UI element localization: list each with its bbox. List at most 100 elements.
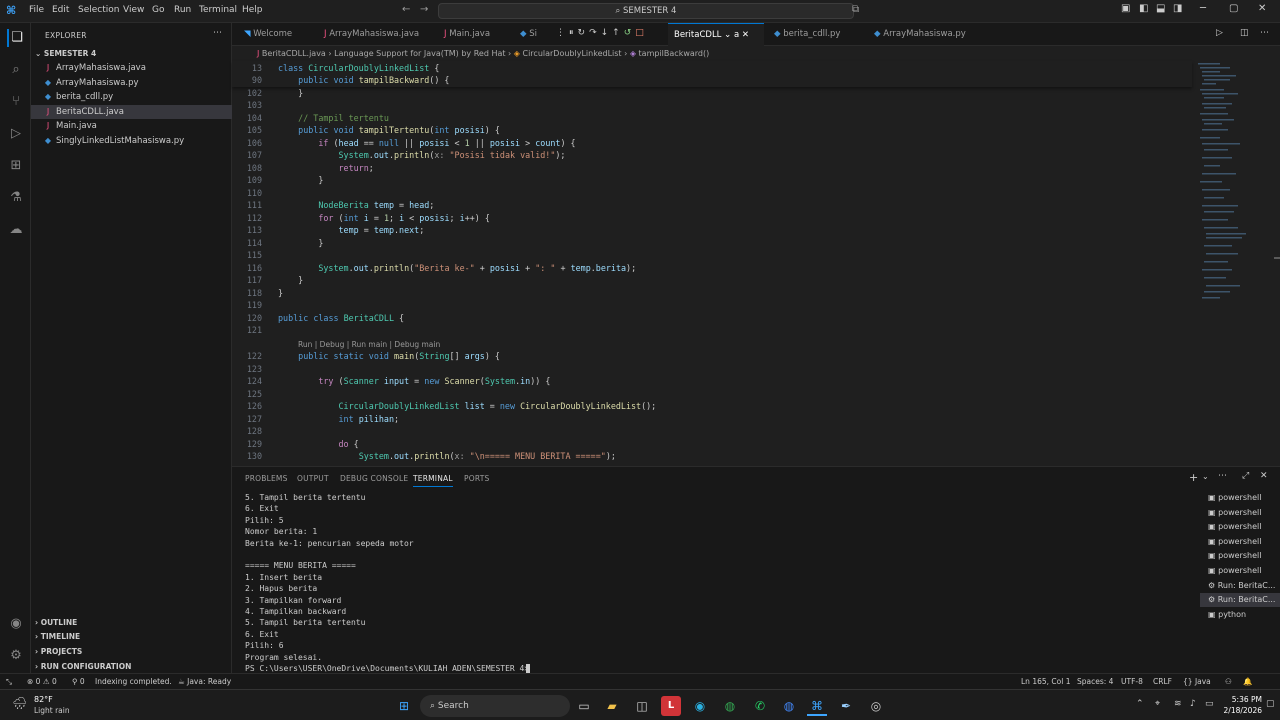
notifications-icon[interactable]: 🔔 [1243,674,1252,689]
step-over-icon[interactable]: ↷ [589,28,601,38]
tab-main-java[interactable]: J Main.java [438,23,498,46]
tab-terminal[interactable]: TERMINAL [413,474,453,487]
file-item[interactable]: J ArrayMahasiswa.java [31,61,232,75]
menu-view[interactable]: View [123,5,144,15]
taskbar-search[interactable]: ⌕ Search [420,695,570,717]
vscode-taskbar-icon[interactable]: ⌘ [807,696,827,716]
tab-beritacdll-java[interactable]: BeritaCDLL ⌄ a ✕ [668,23,764,46]
new-terminal-icon[interactable]: + [1189,471,1198,484]
minimap[interactable] [1192,61,1280,465]
more-actions-icon[interactable]: ⋯ [1218,471,1227,481]
file-item[interactable]: ◆ berita_cdll.py [31,90,232,104]
split-editor-icon[interactable]: ◫ [1240,28,1249,38]
breadcrumb-file[interactable]: BeritaCDLL.java [262,49,326,58]
store-icon[interactable]: ◫ [632,696,652,716]
layout-icon[interactable]: ▣ [1121,3,1130,14]
terminal-instance[interactable]: ▣ powershell [1200,506,1280,520]
breadcrumb-method[interactable]: tampilBackward() [639,49,710,58]
menu-help[interactable]: Help [242,5,263,15]
section-projects[interactable]: › PROJECTS [31,645,232,659]
problems-status[interactable]: ⊗ 0 ⚠ 0 [27,674,57,689]
folder-semester-4[interactable]: ⌄ SEMESTER 4 [31,47,232,61]
terminal-instance[interactable]: ▣ powershell [1200,535,1280,549]
stop-icon[interactable]: □ [635,28,648,38]
restart-icon[interactable]: ↻ [578,28,590,38]
chevron-down-icon[interactable]: ⌄ [1202,472,1209,481]
location-icon[interactable]: ⌖ [1155,699,1160,709]
clock-time[interactable]: 5:36 PM [1226,695,1262,704]
step-out-icon[interactable]: ↑ [612,28,624,38]
weather-icon[interactable]: 🌧 [12,696,27,710]
menu-file[interactable]: File [29,5,44,15]
menu-run[interactable]: Run [174,5,191,15]
tray-chevron-icon[interactable]: ⌃ [1136,699,1144,709]
tab-ports[interactable]: PORTS [464,474,489,483]
speaker-icon[interactable]: ♪ [1190,699,1196,709]
file-item[interactable]: ◆ SinglyLinkedListMahasiswa.py [31,134,232,148]
wifi-icon[interactable]: ≋ [1174,699,1182,709]
drag-handle-icon[interactable]: ⋮ [556,28,569,38]
file-item[interactable]: J BeritaCDLL.java [31,104,232,119]
chevron-down-icon[interactable]: ⌄ [724,30,731,40]
github-icon[interactable]: ◎ [866,696,886,716]
back-arrow-icon[interactable]: ← [402,4,410,15]
task-view-icon[interactable]: ▭ [574,696,594,716]
chrome-profile-icon[interactable]: ◍ [779,696,799,716]
close-panel-icon[interactable]: ✕ [1260,471,1268,481]
terminal-instance[interactable]: ▣ powershell [1200,520,1280,534]
remote-icon[interactable]: ⤡ [6,674,12,689]
terminal-instance[interactable]: ▣ powershell [1200,564,1280,578]
cursor-position[interactable]: Ln 165, Col 1 [1021,674,1070,689]
close-icon[interactable]: ✕ [1258,3,1266,14]
minimize-icon[interactable]: ─ [1200,3,1206,14]
toggle-sidebar-icon[interactable]: ◧ [1139,3,1148,14]
debug-toolbar[interactable]: ⋮⏸↻↷↓↑↺□ [556,28,648,38]
tab-singly-linked[interactable]: ◆ Si [514,23,554,46]
more-actions-icon[interactable]: ⋯ [1260,28,1269,38]
forward-arrow-icon[interactable]: → [420,4,428,15]
section-timeline[interactable]: › TIMELINE [31,630,232,644]
terminal-instance[interactable]: ▣ powershell [1200,549,1280,563]
menu-go[interactable]: Go [152,5,164,15]
close-icon[interactable]: ✕ [742,30,749,40]
clock-date[interactable]: 2/18/2026 [1222,706,1262,715]
tab-debug-console[interactable]: DEBUG CONSOLE [340,474,408,483]
toggle-secondary-icon[interactable]: ◨ [1173,3,1182,14]
tab-output[interactable]: OUTPUT [297,474,329,483]
file-explorer-icon[interactable]: ▰ [602,696,622,716]
menu-edit[interactable]: Edit [52,5,69,15]
section-run-configuration[interactable]: › RUN CONFIGURATION [31,660,232,674]
java-status[interactable]: ☕ Java: Ready [178,674,231,689]
pen-icon[interactable]: ✒ [836,696,856,716]
terminal-instance[interactable]: ▣ powershell [1200,491,1280,505]
copilot-icon[interactable]: ⧉ [852,4,859,15]
extensions-icon[interactable]: ⊞ [7,157,25,175]
terminal-instance[interactable]: ⚙ Run: BeritaC... [1200,593,1280,608]
copilot-status-icon[interactable]: ⚇ [1225,674,1232,689]
terminal-output[interactable]: 5. Tampil berita tertentu 6. Exit Pilih: 5… [245,493,1185,673]
step-into-icon[interactable]: ↓ [601,28,613,38]
tab-arraymahasiswa-java[interactable]: J ArrayMahasiswa.java [318,23,428,46]
command-center[interactable]: ⌕ SEMESTER 4 [438,3,854,19]
app-l-icon[interactable]: L [661,696,681,716]
section-outline[interactable]: › OUTLINE [31,616,232,630]
tab-welcome[interactable]: ◥ Welcome [238,23,318,46]
tab-arraymahasiswa-py[interactable]: ◆ ArrayMahasiswa.py [868,23,978,46]
tab-problems[interactable]: PROBLEMS [245,474,288,483]
indexing-status[interactable]: Indexing completed. [95,674,172,689]
terminal-instance[interactable]: ⚙ Run: BeritaC... [1200,579,1280,593]
gear-icon[interactable]: ⚙ [7,647,25,665]
terminal-instance[interactable]: ▣ python [1200,608,1280,622]
menu-selection[interactable]: Selection [78,5,119,15]
more-actions-icon[interactable]: ⋯ [213,28,222,38]
tab-berita-cdll-py[interactable]: ◆ berita_cdll.py [768,23,864,46]
explorer-icon[interactable]: ❏ [7,29,25,47]
indentation[interactable]: Spaces: 4 [1077,674,1113,689]
code-editor[interactable]: 13 class CircularDoublyLinkedList { 90 pu… [232,61,1192,465]
maximize-icon[interactable]: ▢ [1229,3,1238,14]
battery-icon[interactable]: ▭ [1205,699,1214,709]
breadcrumb-class[interactable]: CircularDoublyLinkedList [523,49,622,58]
pause-icon[interactable]: ⏸ [569,28,578,38]
source-control-icon[interactable]: ⑂ [7,93,25,111]
toggle-panel-icon[interactable]: ⬓ [1156,3,1165,14]
